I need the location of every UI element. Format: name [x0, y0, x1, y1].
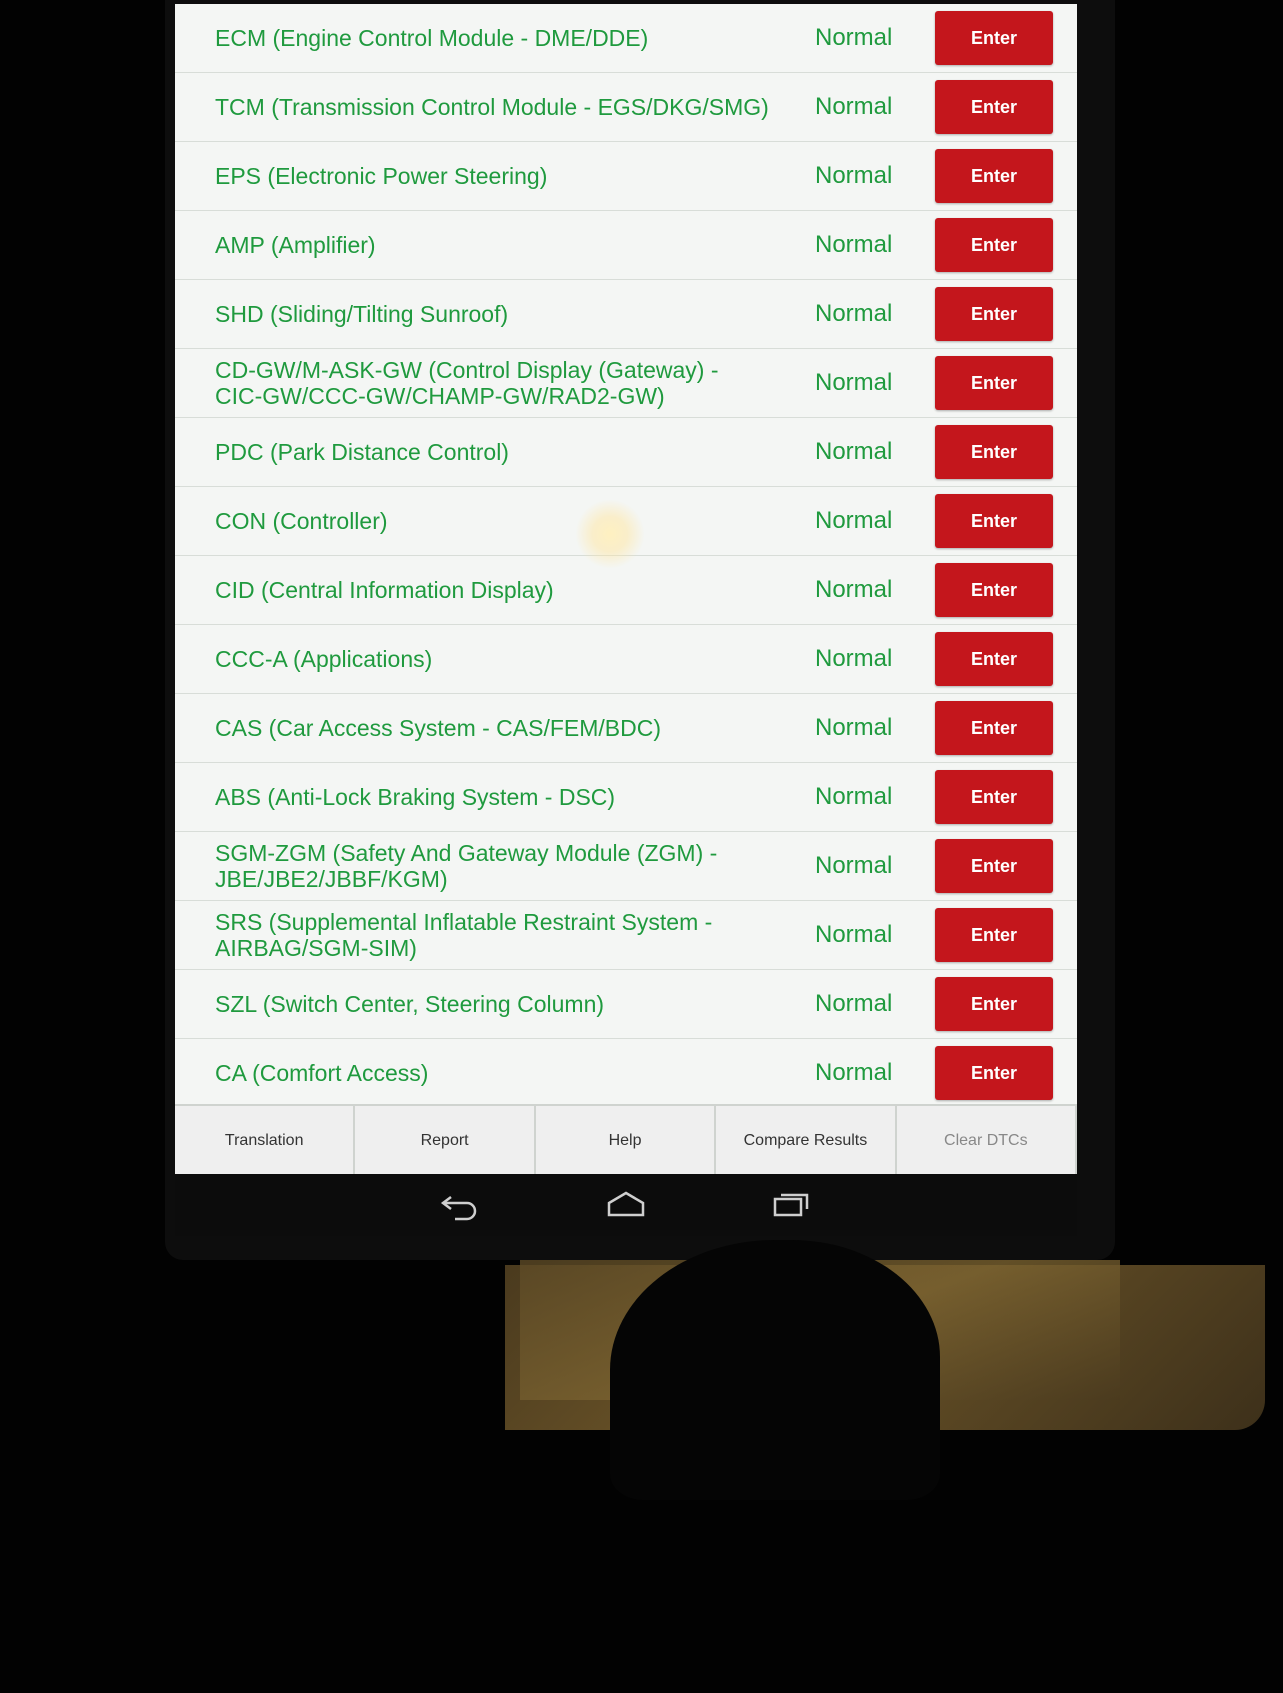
module-row: CON (Controller) Normal Enter: [175, 487, 1077, 556]
module-status: Normal: [815, 300, 893, 327]
bottom-toolbar: Translation Report Help Compare Results …: [175, 1104, 1077, 1176]
module-status: Normal: [815, 1059, 893, 1086]
enter-button[interactable]: Enter: [935, 839, 1053, 893]
module-name: SGM-ZGM (Safety And Gateway Module (ZGM)…: [215, 840, 718, 892]
module-status: Normal: [815, 921, 893, 948]
module-name: SRS (Supplemental Inflatable Restraint S…: [215, 909, 713, 961]
report-button[interactable]: Report: [355, 1106, 536, 1176]
home-icon[interactable]: [603, 1189, 649, 1221]
android-nav-bar: [175, 1174, 1077, 1236]
module-status: Normal: [815, 852, 893, 879]
enter-button[interactable]: Enter: [935, 80, 1053, 134]
module-row: SZL (Switch Center, Steering Column) Norm…: [175, 970, 1077, 1039]
module-row: ECM (Engine Control Module - DME/DDE) Nor…: [175, 4, 1077, 73]
module-row: CD-GW/M-ASK-GW (Control Display (Gateway…: [175, 349, 1077, 418]
module-name: EPS (Electronic Power Steering): [215, 163, 548, 189]
module-name: SHD (Sliding/Tilting Sunroof): [215, 301, 509, 327]
module-row: AMP (Amplifier) Normal Enter: [175, 211, 1077, 280]
enter-button[interactable]: Enter: [935, 11, 1053, 65]
translation-button[interactable]: Translation: [175, 1106, 356, 1176]
enter-button[interactable]: Enter: [935, 563, 1053, 617]
module-row: SRS (Supplemental Inflatable Restraint S…: [175, 901, 1077, 970]
back-icon[interactable]: [437, 1189, 483, 1221]
module-name: ABS (Anti-Lock Braking System - DSC): [215, 784, 616, 810]
module-name: PDC (Park Distance Control): [215, 439, 509, 465]
tablet-screen: ECM (Engine Control Module - DME/DDE) Nor…: [175, 4, 1077, 1236]
module-status: Normal: [815, 783, 893, 810]
module-row: CID (Central Information Display) Normal E…: [175, 556, 1077, 625]
module-row: TCM (Transmission Control Module - EGS/D…: [175, 73, 1077, 142]
enter-button[interactable]: Enter: [935, 908, 1053, 962]
clear-dtcs-button[interactable]: Clear DTCs: [896, 1106, 1077, 1176]
module-status: Normal: [815, 714, 893, 741]
module-status: Normal: [815, 438, 893, 465]
module-row: CA (Comfort Access) Normal Enter: [175, 1039, 1077, 1108]
module-row: ABS (Anti-Lock Braking System - DSC) Norm…: [175, 763, 1077, 832]
photo-stage: ECM (Engine Control Module - DME/DDE) Nor…: [0, 0, 1283, 1693]
module-name: ECM (Engine Control Module - DME/DDE): [215, 25, 649, 51]
compare-results-button[interactable]: Compare Results: [716, 1106, 897, 1176]
enter-button[interactable]: Enter: [935, 1046, 1053, 1100]
module-list: ECM (Engine Control Module - DME/DDE) Nor…: [175, 4, 1077, 1108]
hand-shadow: [610, 1240, 940, 1500]
module-name: CID (Central Information Display): [215, 577, 554, 603]
module-status: Normal: [815, 231, 893, 258]
module-name: AMP (Amplifier): [215, 232, 376, 258]
module-name: SZL (Switch Center, Steering Column): [215, 991, 605, 1017]
module-status: Normal: [815, 507, 893, 534]
module-status: Normal: [815, 24, 893, 51]
module-name: CA (Comfort Access): [215, 1060, 429, 1086]
module-name: CAS (Car Access System - CAS/FEM/BDC): [215, 715, 662, 741]
enter-button[interactable]: Enter: [935, 770, 1053, 824]
module-row: SGM-ZGM (Safety And Gateway Module (ZGM)…: [175, 832, 1077, 901]
module-name: TCM (Transmission Control Module - EGS/D…: [215, 94, 769, 120]
enter-button[interactable]: Enter: [935, 701, 1053, 755]
module-status: Normal: [815, 576, 893, 603]
enter-button[interactable]: Enter: [935, 287, 1053, 341]
module-row: EPS (Electronic Power Steering) Normal Ent…: [175, 142, 1077, 211]
enter-button[interactable]: Enter: [935, 632, 1053, 686]
module-status: Normal: [815, 990, 893, 1017]
enter-button[interactable]: Enter: [935, 977, 1053, 1031]
enter-button[interactable]: Enter: [935, 425, 1053, 479]
enter-button[interactable]: Enter: [935, 356, 1053, 410]
enter-button[interactable]: Enter: [935, 494, 1053, 548]
module-row: CCC-A (Applications) Normal Enter: [175, 625, 1077, 694]
module-status: Normal: [815, 645, 893, 672]
module-name: CCC-A (Applications): [215, 646, 433, 672]
recent-apps-icon[interactable]: [769, 1189, 815, 1221]
module-status: Normal: [815, 162, 893, 189]
module-row: CAS (Car Access System - CAS/FEM/BDC) Nor…: [175, 694, 1077, 763]
module-status: Normal: [815, 93, 893, 120]
module-name: CON (Controller): [215, 508, 388, 534]
module-row: PDC (Park Distance Control) Normal Enter: [175, 418, 1077, 487]
module-name: CD-GW/M-ASK-GW (Control Display (Gateway…: [215, 357, 719, 409]
module-status: Normal: [815, 369, 893, 396]
enter-button[interactable]: Enter: [935, 149, 1053, 203]
module-row: SHD (Sliding/Tilting Sunroof) Normal Enter: [175, 280, 1077, 349]
help-button[interactable]: Help: [535, 1106, 717, 1176]
enter-button[interactable]: Enter: [935, 218, 1053, 272]
